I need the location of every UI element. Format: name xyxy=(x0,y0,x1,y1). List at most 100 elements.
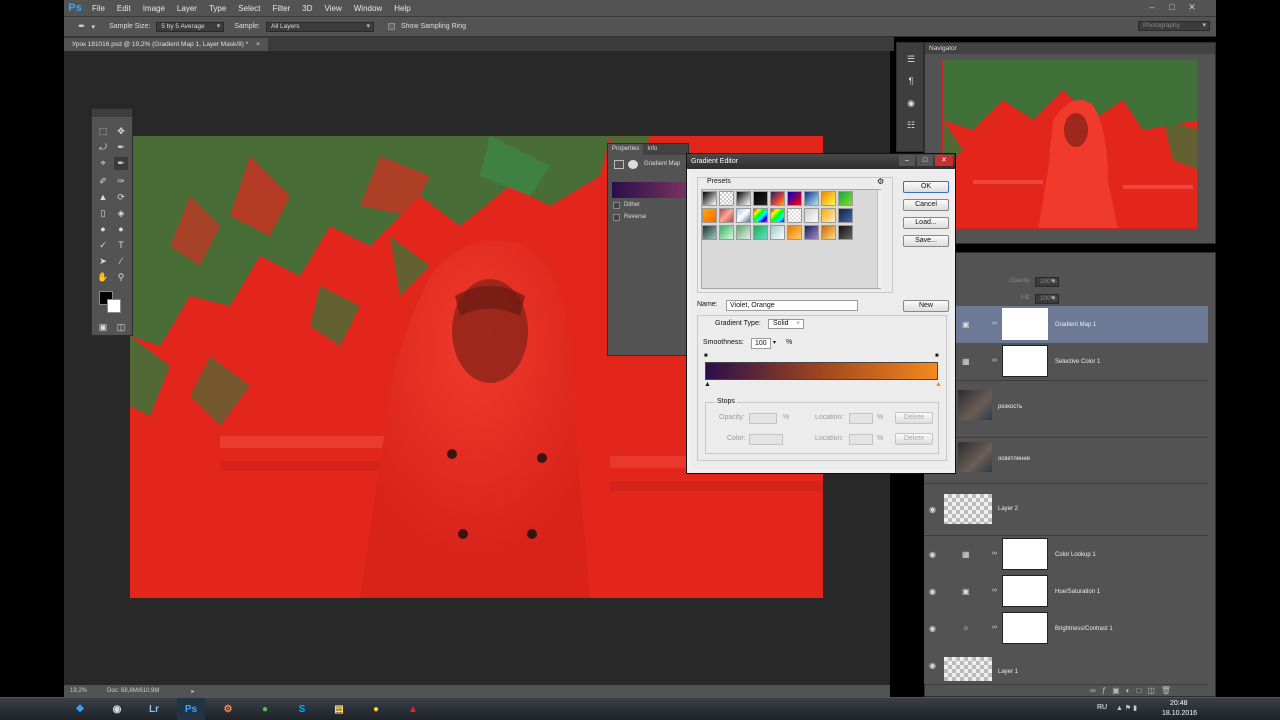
preset-swatch[interactable] xyxy=(753,225,768,240)
photoshop-taskbar-icon[interactable]: Ps xyxy=(177,698,205,720)
layer-name[interactable]: Brightness/Contrast 1 xyxy=(1055,626,1113,632)
name-input[interactable]: Violet, Orange xyxy=(726,300,858,311)
load-button[interactable]: Load... xyxy=(903,217,949,229)
eraser-tool-icon[interactable]: ▯ xyxy=(96,207,110,220)
gradient-bar[interactable] xyxy=(705,362,938,380)
preset-swatch[interactable] xyxy=(838,208,853,223)
visibility-eye-icon[interactable]: ◉ xyxy=(929,647,941,684)
gradient-preview[interactable] xyxy=(612,182,688,198)
layer-mask-thumb[interactable] xyxy=(1002,575,1048,607)
menu-edit[interactable]: Edit xyxy=(111,4,137,13)
link-icon[interactable]: ∞ xyxy=(992,357,997,364)
preset-swatch[interactable] xyxy=(770,208,785,223)
windows-start-icon[interactable]: ❖ xyxy=(66,698,94,720)
preset-swatch[interactable] xyxy=(821,208,836,223)
preset-swatch[interactable] xyxy=(719,208,734,223)
obs-icon[interactable]: ◉ xyxy=(103,698,131,720)
marquee-tool-icon[interactable]: ⬚ xyxy=(96,125,110,138)
preset-swatch[interactable] xyxy=(787,225,802,240)
menu-help[interactable]: Help xyxy=(388,4,416,13)
gear-icon[interactable]: ⚙ xyxy=(877,177,884,186)
cancel-button[interactable]: Cancel xyxy=(903,199,949,211)
menu-layer[interactable]: Layer xyxy=(171,4,203,13)
move-tool-icon[interactable]: ✥ xyxy=(114,125,128,138)
type-tool-icon[interactable]: T xyxy=(114,239,128,252)
dialog-titlebar[interactable]: Gradient Editor – □ ✕ xyxy=(687,154,955,169)
language-indicator[interactable]: RU xyxy=(1097,704,1107,711)
close-icon[interactable]: ✕ xyxy=(935,155,953,166)
minimize-icon[interactable]: – xyxy=(899,155,915,166)
preset-swatch[interactable] xyxy=(821,191,836,206)
layer-name[interactable]: резкость xyxy=(998,404,1022,410)
menu-image[interactable]: Image xyxy=(137,4,171,13)
visibility-eye-icon[interactable]: ◉ xyxy=(929,536,941,573)
preset-swatch[interactable] xyxy=(787,208,802,223)
smoothness-input[interactable]: 100 xyxy=(751,338,771,349)
styles-icon[interactable]: ◉ xyxy=(904,97,918,110)
layer-row[interactable]: ◉ ☼ ∞ Brightness/Contrast 1 xyxy=(924,610,1208,648)
layer-name[interactable]: Hue/Saturation 1 xyxy=(1055,589,1100,595)
lightroom-icon[interactable]: Lr xyxy=(140,698,168,720)
layer-mask-thumb[interactable] xyxy=(1002,612,1048,644)
screen-mode-icon[interactable]: ◫ xyxy=(114,321,128,334)
layer-mask-thumb[interactable] xyxy=(1002,538,1048,570)
menu-filter[interactable]: Filter xyxy=(267,4,297,13)
ok-button[interactable]: OK xyxy=(903,181,949,193)
layer-row[interactable]: ◉ Layer 2 xyxy=(924,484,1208,536)
layer-name[interactable]: осветление xyxy=(998,456,1030,462)
layer-row[interactable]: ▣ ∞ Gradient Map 1 xyxy=(924,306,1208,344)
layer-row[interactable]: ▦ ∞ Selective Color 1 xyxy=(924,343,1208,381)
visibility-eye-icon[interactable]: ◉ xyxy=(929,484,941,535)
layer-name[interactable]: Selective Color 1 xyxy=(1055,359,1100,365)
tab-info[interactable]: Info xyxy=(643,144,661,155)
layer-name[interactable]: Color Lookup 1 xyxy=(1055,552,1096,558)
preset-swatch[interactable] xyxy=(804,208,819,223)
save-button[interactable]: Save... xyxy=(903,235,949,247)
minimize-icon[interactable]: – xyxy=(1144,2,1160,12)
coin-icon[interactable]: ● xyxy=(362,698,390,720)
close-tab-icon[interactable]: × xyxy=(256,41,260,48)
navigator-thumbnail[interactable] xyxy=(942,59,1198,229)
history-brush-icon[interactable]: ⟳ xyxy=(114,191,128,204)
color-stop-left-icon[interactable]: ▲ xyxy=(704,381,711,388)
clock-time[interactable]: 20:48 xyxy=(1170,700,1188,707)
layer-name[interactable]: Layer 1 xyxy=(998,669,1018,675)
preset-swatch[interactable] xyxy=(702,225,717,240)
dodge-tool-icon[interactable]: ● xyxy=(96,223,110,236)
settings-icon[interactable]: ⚙ xyxy=(214,698,242,720)
preset-swatch[interactable] xyxy=(787,191,802,206)
dither-checkbox[interactable] xyxy=(613,202,620,209)
mask-icon[interactable] xyxy=(628,160,638,169)
fill-field[interactable]: 100% xyxy=(1035,294,1059,304)
tab-properties[interactable]: Properties xyxy=(608,144,644,155)
show-ring-checkbox[interactable] xyxy=(388,23,395,30)
presets-scrollbar[interactable] xyxy=(877,190,882,288)
preset-swatch[interactable] xyxy=(838,191,853,206)
brush-tool-icon[interactable]: ✑ xyxy=(114,175,128,188)
maximize-icon[interactable]: □ xyxy=(917,155,933,166)
hand-tool-icon[interactable]: ✋ xyxy=(96,271,110,284)
skype-icon[interactable]: S xyxy=(288,698,316,720)
zoom-level[interactable]: 19,2% xyxy=(70,688,87,694)
preset-swatch[interactable] xyxy=(804,225,819,240)
preset-swatch[interactable] xyxy=(736,191,751,206)
preset-swatch[interactable] xyxy=(821,225,836,240)
sample-size-select[interactable]: 5 by 5 Average xyxy=(156,21,225,32)
line-tool-icon[interactable]: ∕ xyxy=(114,255,128,268)
menu-type[interactable]: Type xyxy=(203,4,232,13)
layer-row[interactable]: ◉ Layer 1 xyxy=(924,647,1208,685)
preset-swatch[interactable] xyxy=(770,225,785,240)
background-color-swatch[interactable] xyxy=(107,299,121,313)
preset-swatch[interactable] xyxy=(770,191,785,206)
preset-swatch[interactable] xyxy=(702,208,717,223)
layers-footer-icons[interactable]: ∞ƒ▣◐□◫🗑 xyxy=(1090,686,1177,695)
opacity-stop-right-icon[interactable]: ■ xyxy=(935,353,939,359)
chevron-down-icon[interactable]: ▾ xyxy=(92,23,96,31)
status-menu-icon[interactable]: ▸ xyxy=(191,688,194,695)
new-button[interactable]: New xyxy=(903,300,949,312)
chrome-icon[interactable]: ● xyxy=(251,698,279,720)
history-icon[interactable]: ☰ xyxy=(904,53,918,66)
eyedropper-icon[interactable]: ✒ xyxy=(78,21,86,32)
document-tab[interactable]: Урок 181016.psd @ 19,2% (Gradient Map 1,… xyxy=(64,38,268,51)
visibility-eye-icon[interactable]: ◉ xyxy=(929,573,941,610)
